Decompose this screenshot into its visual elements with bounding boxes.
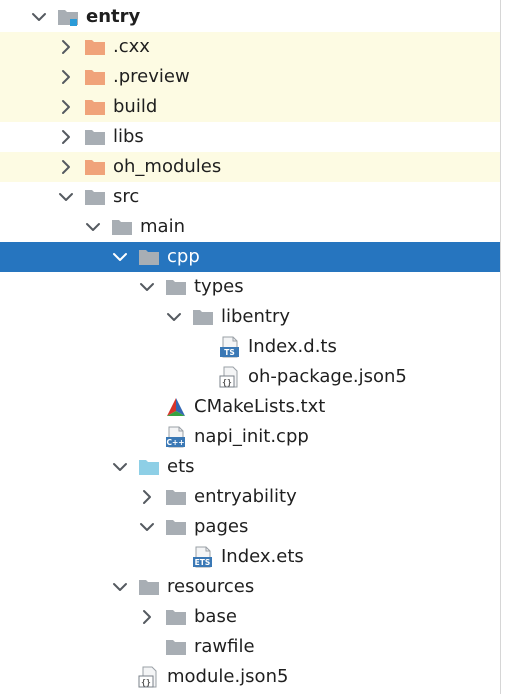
- tree-item-ets[interactable]: ets: [0, 452, 500, 482]
- svg-text:{}: {}: [222, 378, 232, 387]
- gray-folder-icon: [165, 636, 187, 658]
- svg-text:TS: TS: [224, 348, 235, 357]
- orange-folder-icon: [84, 36, 106, 58]
- tree-item-label: libs: [113, 126, 144, 147]
- blue-folder-icon: [138, 456, 160, 478]
- tree-item-oh-package-json5[interactable]: {} oh-package.json5: [0, 362, 500, 392]
- svg-text:C++: C++: [166, 438, 184, 447]
- tree-item-cmakelists-txt[interactable]: CMakeLists.txt: [0, 392, 500, 422]
- tree-item-base[interactable]: base: [0, 602, 500, 632]
- tree-item-types[interactable]: types: [0, 272, 500, 302]
- cpp-file-icon: C++: [165, 426, 187, 448]
- tree-item-label: Index.d.ts: [248, 336, 337, 357]
- tree-item-label: rawfile: [194, 636, 255, 657]
- tree-item-label: main: [140, 216, 185, 237]
- chevron-right-icon[interactable]: [56, 37, 76, 57]
- tree-item-label: cpp: [167, 246, 200, 267]
- gray-folder-icon: [165, 276, 187, 298]
- tree-item-cxx[interactable]: .cxx: [0, 32, 500, 62]
- tree-item-src[interactable]: src: [0, 182, 500, 212]
- chevron-down-icon[interactable]: [110, 457, 130, 477]
- tree-item-oh-modules[interactable]: oh_modules: [0, 152, 500, 182]
- tree-item-label: oh_modules: [113, 156, 222, 177]
- tree-item-label: module.json5: [167, 666, 289, 687]
- gray-folder-icon: [84, 126, 106, 148]
- svg-text:ETS: ETS: [195, 558, 211, 567]
- gray-folder-icon: [138, 246, 160, 268]
- tree-item-label: Index.ets: [221, 546, 304, 567]
- chevron-right-icon[interactable]: [56, 97, 76, 117]
- tree-item-main[interactable]: main: [0, 212, 500, 242]
- tree-item-cpp[interactable]: cpp: [0, 242, 500, 272]
- cmake-icon: [165, 396, 187, 418]
- chevron-down-icon[interactable]: [137, 277, 157, 297]
- tree-item-label: types: [194, 276, 244, 297]
- tree-item-entryability[interactable]: entryability: [0, 482, 500, 512]
- tree-item-module-json5[interactable]: {} module.json5: [0, 662, 500, 692]
- gray-folder-icon: [165, 606, 187, 628]
- tree-item-label: resources: [167, 576, 255, 597]
- tree-item-label: build: [113, 96, 158, 117]
- tree-item-label: oh-package.json5: [248, 366, 407, 387]
- chevron-right-icon[interactable]: [56, 157, 76, 177]
- tree-item-label: .cxx: [113, 36, 150, 57]
- tree-item-label: ets: [167, 456, 195, 477]
- gray-folder-icon: [111, 216, 133, 238]
- chevron-right-icon[interactable]: [56, 67, 76, 87]
- gray-folder-icon: [165, 486, 187, 508]
- tree-item-label: entryability: [194, 486, 297, 507]
- tree-item-label: libentry: [221, 306, 291, 327]
- tree-item-label: CMakeLists.txt: [194, 396, 326, 417]
- chevron-right-icon[interactable]: [137, 487, 157, 507]
- chevron-down-icon[interactable]: [29, 7, 49, 27]
- orange-folder-icon: [84, 96, 106, 118]
- chevron-right-icon[interactable]: [137, 607, 157, 627]
- svg-text:{}: {}: [141, 678, 151, 687]
- ets-file-icon: ETS: [192, 546, 214, 568]
- tree-item-index-d-ts[interactable]: TS Index.d.ts: [0, 332, 500, 362]
- chevron-down-icon[interactable]: [164, 307, 184, 327]
- orange-folder-icon: [84, 66, 106, 88]
- tree-item-pages[interactable]: pages: [0, 512, 500, 542]
- tree-item-libs[interactable]: libs: [0, 122, 500, 152]
- orange-folder-icon: [84, 156, 106, 178]
- tree-item-rawfile[interactable]: rawfile: [0, 632, 500, 662]
- tree-item-libentry[interactable]: libentry: [0, 302, 500, 332]
- gray-folder-icon: [192, 306, 214, 328]
- tree-item-label: base: [194, 606, 237, 627]
- chevron-down-icon[interactable]: [137, 517, 157, 537]
- project-tree: entry .cxx .preview build libs oh_modules src m…: [0, 0, 500, 694]
- tree-item-napi-init-cpp[interactable]: C++ napi_init.cpp: [0, 422, 500, 452]
- chevron-right-icon[interactable]: [56, 127, 76, 147]
- tree-item-label: .preview: [113, 66, 190, 87]
- chevron-down-icon[interactable]: [56, 187, 76, 207]
- tree-item-label: src: [113, 186, 140, 207]
- tree-item-entry[interactable]: entry: [0, 2, 500, 32]
- tree-item-index-ets[interactable]: ETS Index.ets: [0, 542, 500, 572]
- gray-folder-icon: [84, 186, 106, 208]
- tree-item-label: pages: [194, 516, 249, 537]
- chevron-down-icon[interactable]: [110, 247, 130, 267]
- chevron-down-icon[interactable]: [110, 577, 130, 597]
- ts-file-icon: TS: [219, 336, 241, 358]
- tree-item-label: entry: [86, 6, 141, 27]
- tree-item-preview[interactable]: .preview: [0, 62, 500, 92]
- json-file-icon: {}: [138, 666, 160, 688]
- vertical-scrollbar[interactable]: [501, 0, 518, 694]
- gray-folder-icon: [138, 576, 160, 598]
- json-file-icon: {}: [219, 366, 241, 388]
- gray-folder-icon: [165, 516, 187, 538]
- chevron-down-icon[interactable]: [83, 217, 103, 237]
- tree-item-build[interactable]: build: [0, 92, 500, 122]
- module-folder-icon: [57, 6, 79, 28]
- tree-item-label: napi_init.cpp: [194, 426, 309, 447]
- tree-item-resources[interactable]: resources: [0, 572, 500, 602]
